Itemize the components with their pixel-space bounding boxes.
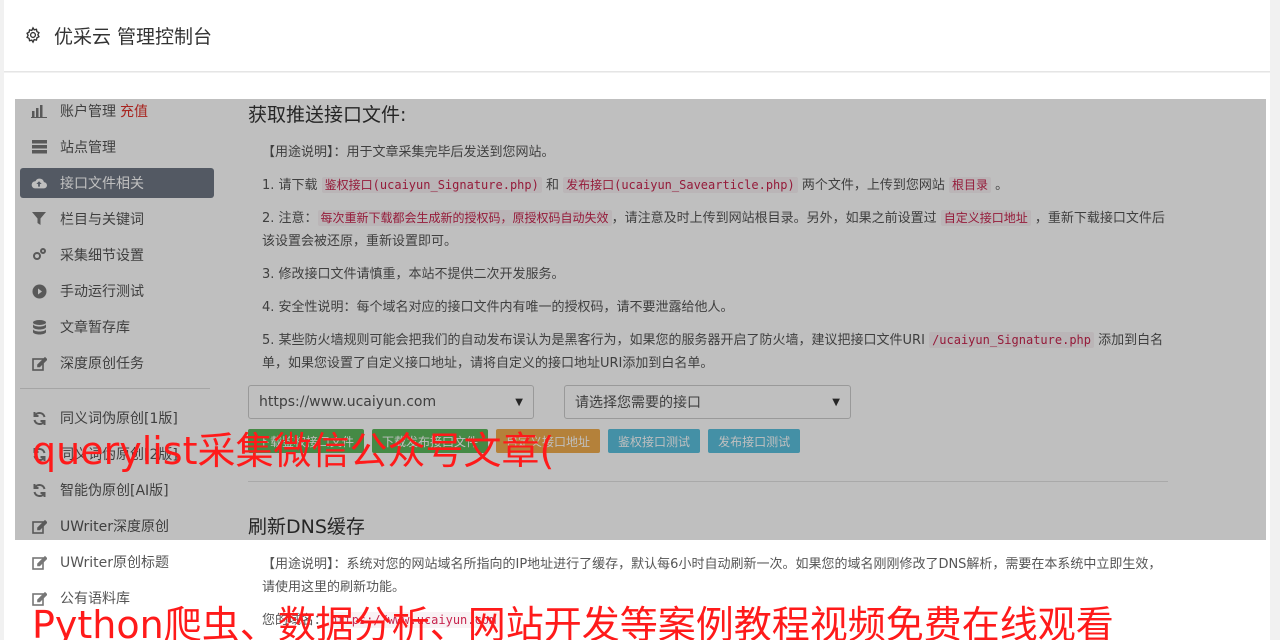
sidebar-item-deep-original[interactable]: 深度原创任务 (20, 348, 214, 378)
code-snippet: 鉴权接口(ucaiyun_Signature.php) (321, 177, 542, 193)
server-icon (31, 139, 47, 155)
select-value: https://www.ucaiyun.com (259, 394, 437, 410)
instruction-4: 4. 安全性说明：每个域名对应的接口文件内有唯一的授权码，请不要泄露给他人。 (262, 300, 734, 315)
test-signature-button[interactable]: 鉴权接口测试 (608, 429, 701, 453)
text: 两个文件，上传到您网站 (797, 178, 949, 193)
usage-text: 【用途说明】：用于文章采集完毕后发送到您网站。 (262, 145, 555, 160)
refresh-icon (31, 482, 47, 498)
sidebar: 账户管理 充值 站点管理 接口文件相关 栏目与关键词 采集细节设置 手动运行测试… (20, 96, 214, 619)
sidebar-divider (20, 388, 210, 389)
select-value: 请选择您需要的接口 (575, 395, 701, 411)
chevron-down-icon: ▼ (515, 396, 523, 408)
sidebar-item-columns[interactable]: 栏目与关键词 (20, 204, 214, 234)
sidebar-item-label: 采集细节设置 (60, 248, 144, 264)
play-circle-icon (31, 283, 47, 299)
code-snippet: 发布接口(ucaiyun_Savearticle.php) (563, 177, 798, 193)
sidebar-item-uwriter-deep[interactable]: UWriter深度原创 (20, 511, 214, 541)
sidebar-item-sites[interactable]: 站点管理 (20, 132, 214, 162)
interface-select[interactable]: 请选择您需要的接口 ▼ (564, 385, 851, 419)
site-select[interactable]: https://www.ucaiyun.com ▼ (248, 385, 534, 419)
chevron-down-icon: ▼ (832, 396, 840, 408)
sidebar-item-label: 栏目与关键词 (60, 212, 144, 228)
sidebar-item-uwriter-title[interactable]: UWriter原创标题 (20, 547, 214, 577)
code-snippet: /ucaiyun_Signature.php (929, 332, 1095, 348)
edit-icon (31, 355, 47, 371)
sidebar-item-label: 接口文件相关 (60, 176, 144, 192)
gear-icon (24, 25, 44, 46)
sidebar-item-manual-run[interactable]: 手动运行测试 (20, 276, 214, 306)
sidebar-item-ai-rewrite[interactable]: 智能伪原创[AI版] (20, 475, 214, 505)
cloud-upload-icon (31, 175, 47, 191)
sidebar-item-label: UWriter原创标题 (60, 555, 169, 571)
watermark-text: Python爬虫、数据分析、网站开发等案例教程视频免费在线观看 (32, 603, 1114, 640)
instruction-3: 3. 修改接口文件请慎重，本站不提供二次开发服务。 (262, 267, 565, 282)
page-title: 优采云 管理控制台 (54, 26, 213, 48)
sidebar-item-interface-files[interactable]: 接口文件相关 (20, 168, 214, 198)
sidebar-item-account[interactable]: 账户管理 充值 (20, 96, 214, 126)
section-title: 刷新DNS缓存 (248, 516, 365, 538)
code-snippet: 每次重新下载都会生成新的授权码，原授权码自动失效 (317, 210, 612, 226)
test-publish-button[interactable]: 发布接口测试 (708, 429, 801, 453)
edit-icon (31, 518, 47, 534)
instruction-5: 5. 某些防火墙规则可能会把我们的自动发布误认为是黑客行为，如果您的服务器开启了… (262, 329, 1168, 375)
sidebar-item-label: 文章暂存库 (60, 320, 130, 336)
edit-icon (31, 554, 47, 570)
sidebar-item-article-store[interactable]: 文章暂存库 (20, 312, 214, 342)
text: 和 (541, 178, 564, 193)
cogs-icon (31, 247, 47, 263)
text: 1. 请下载 (262, 178, 322, 193)
text: ，请注意及时上传到网站根目录。另外，如果之前设置过 (611, 211, 941, 226)
header-bar: 优采云 管理控制台 (4, 0, 1270, 72)
filter-icon (31, 211, 47, 227)
main-content: 获取推送接口文件: 【用途说明】：用于文章采集完毕后发送到您网站。 1. 请下载… (248, 100, 1168, 640)
recharge-link[interactable]: 充值 (120, 101, 148, 121)
sidebar-item-label: 站点管理 (60, 140, 116, 156)
sidebar-item-label: 深度原创任务 (60, 356, 144, 372)
sidebar-item-label: 手动运行测试 (60, 284, 144, 300)
code-snippet: 自定义接口地址 (940, 210, 1031, 226)
sidebar-item-collect-settings[interactable]: 采集细节设置 (20, 240, 214, 270)
select-row: https://www.ucaiyun.com ▼ 请选择您需要的接口 ▼ (248, 385, 1168, 419)
usage-text: 【用途说明】：系统对您的网站域名所指向的IP地址进行了缓存，默认每6小时自动刷新… (262, 557, 1162, 595)
instruction-1: 1. 请下载 鉴权接口(ucaiyun_Signature.php) 和 发布接… (262, 174, 1168, 197)
section-divider (248, 481, 1168, 482)
section-title: 获取推送接口文件: (248, 104, 407, 126)
sidebar-item-label: UWriter深度原创 (60, 519, 169, 535)
text: 5. 某些防火墙规则可能会把我们的自动发布误认为是黑客行为，如果您的服务器开启了… (262, 333, 930, 348)
text: 。 (991, 178, 1009, 193)
sidebar-item-label: 账户管理 (60, 104, 116, 120)
instruction-2: 2. 注意： 每次重新下载都会生成新的授权码，原授权码自动失效 ，请注意及时上传到网… (262, 207, 1168, 253)
code-snippet: 根目录 (949, 177, 992, 193)
watermark-text: querylist采集微信公众号文章( (32, 429, 555, 473)
database-icon (31, 319, 47, 335)
sidebar-item-label: 智能伪原创[AI版] (60, 483, 169, 499)
bar-chart-icon (31, 103, 47, 119)
text: 2. 注意： (262, 211, 318, 226)
